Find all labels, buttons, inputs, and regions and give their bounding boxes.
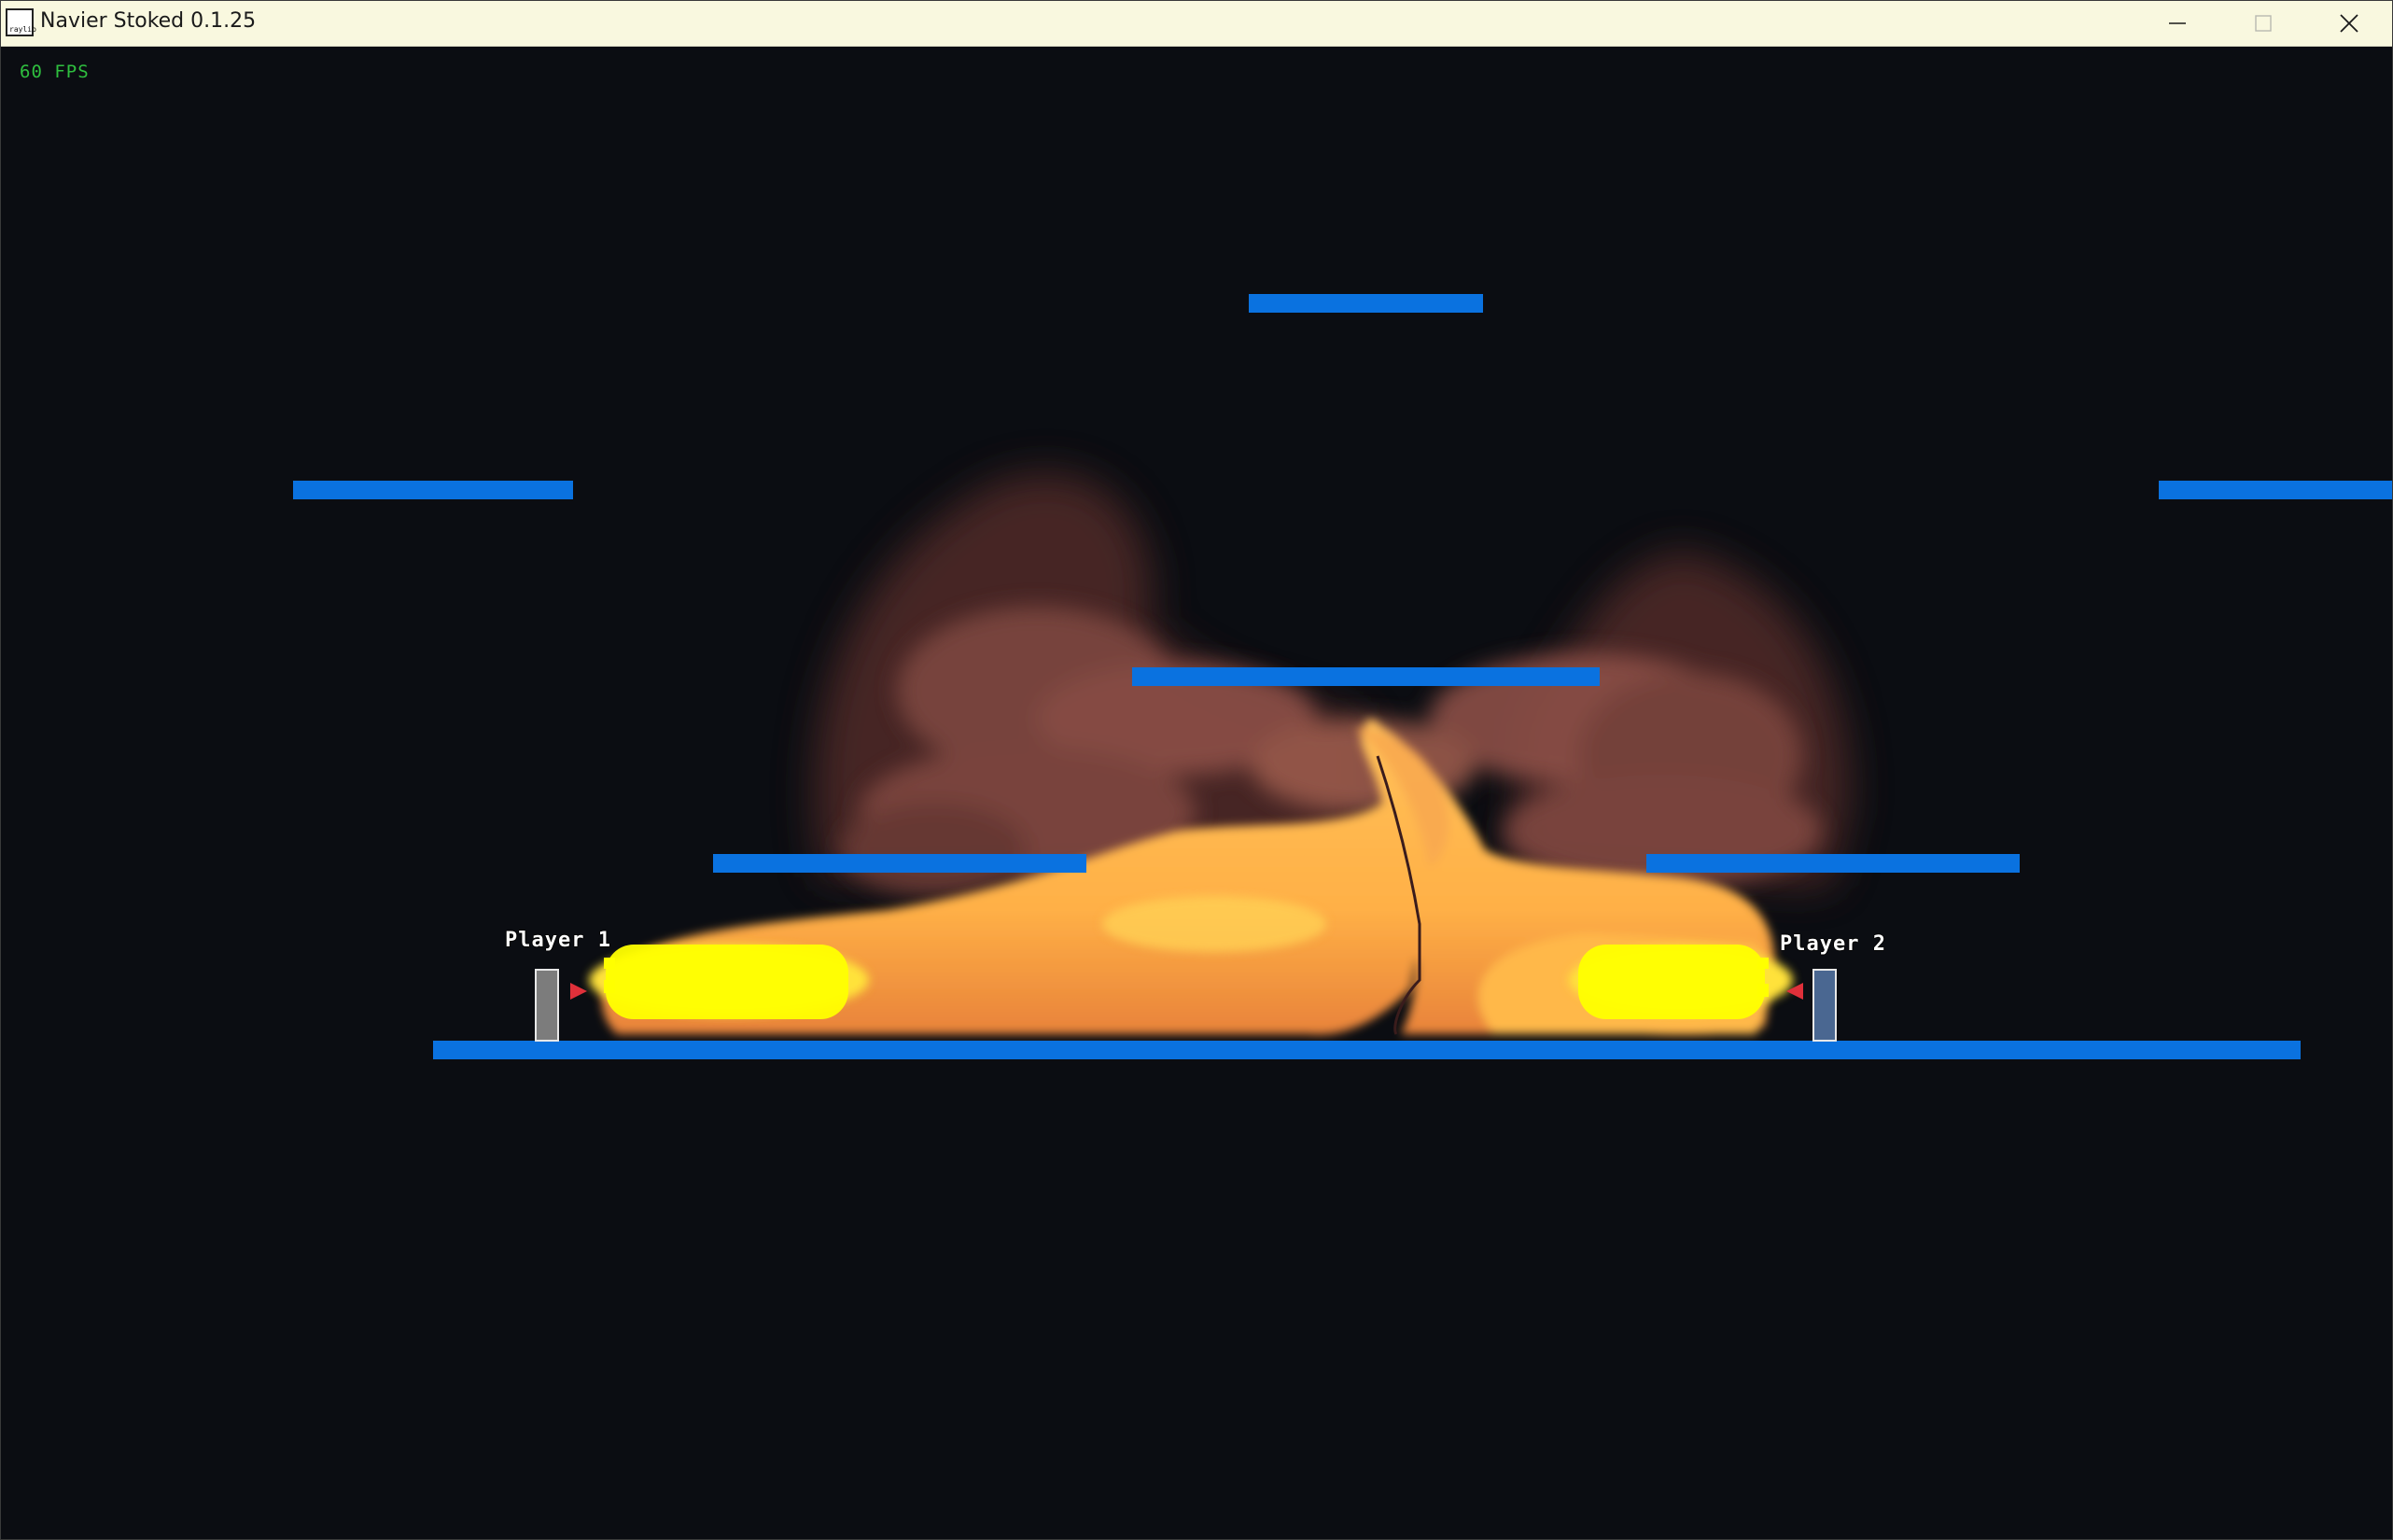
- platform-upper-left: [293, 481, 573, 499]
- maximize-button[interactable]: [2220, 1, 2306, 46]
- maximize-icon: [2255, 15, 2272, 32]
- fluid-simulation: [589, 472, 1850, 1036]
- player-2-label: Player 2: [1780, 932, 1886, 956]
- app-icon-text: raylib: [9, 25, 36, 34]
- player-1-label: Player 1: [505, 929, 611, 952]
- window-title: Navier Stoked 0.1.25: [40, 9, 257, 33]
- player-2-aim-arrow-icon: [1786, 983, 1803, 1000]
- platform-middle-center: [1132, 667, 1600, 686]
- player-1-aim-arrow-icon: [570, 983, 587, 1000]
- close-icon: [2340, 14, 2358, 33]
- jet-right: [1578, 945, 1769, 1019]
- raylib-app-icon[interactable]: raylib: [6, 8, 36, 36]
- game-canvas[interactable]: Player 1 Player 2 60 FPS: [1, 47, 2392, 1539]
- player-2: [1812, 969, 1837, 1042]
- close-button[interactable]: [2306, 1, 2392, 46]
- fps-counter: 60 FPS: [20, 62, 90, 82]
- platform-ground: [433, 1041, 2301, 1059]
- minimize-button[interactable]: [2134, 1, 2220, 46]
- title-bar[interactable]: raylib Navier Stoked 0.1.25: [1, 1, 2392, 47]
- jet-left: [604, 945, 848, 1019]
- player-1: [535, 969, 559, 1042]
- platform-top-center: [1249, 294, 1483, 313]
- minimize-icon: [2169, 22, 2186, 24]
- platform-lower-left: [713, 854, 1086, 873]
- platform-upper-right: [2159, 481, 2392, 499]
- game-window: raylib Navier Stoked 0.1.25 Player 1 Pla…: [0, 0, 2393, 1540]
- platform-lower-right: [1646, 854, 2020, 873]
